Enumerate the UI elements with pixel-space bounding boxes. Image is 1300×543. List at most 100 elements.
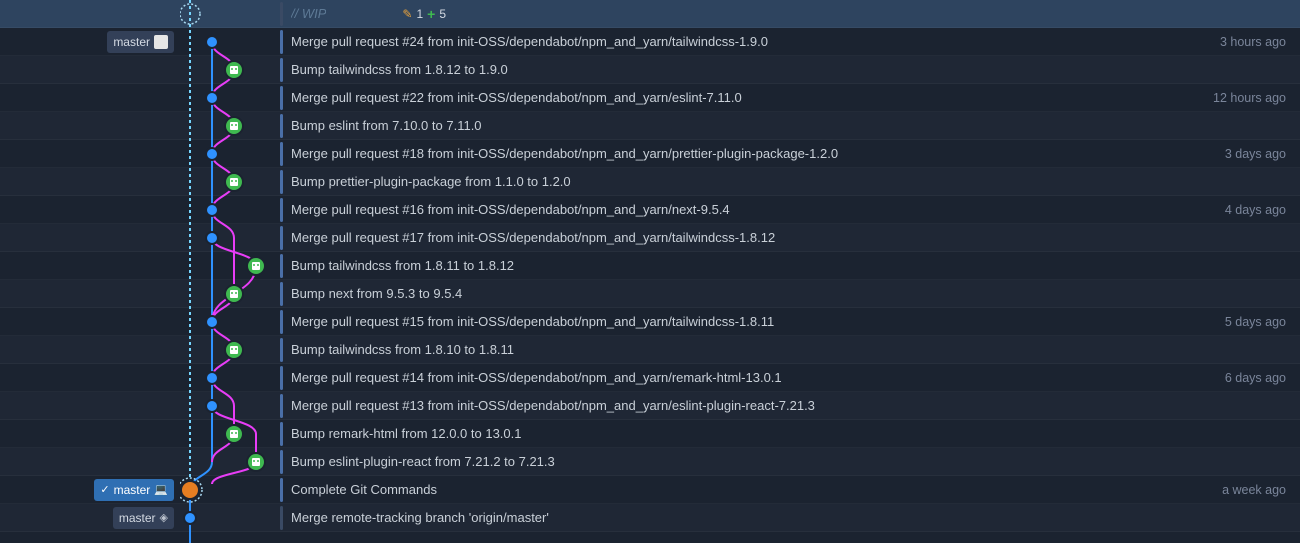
commit-row[interactable]: Bump tailwindcss from 1.8.11 to 1.8.12 — [0, 252, 1300, 280]
msg-col: Bump tailwindcss from 1.8.11 to 1.8.12 — [280, 254, 1170, 278]
commit-row[interactable]: ✓ master 💻 Complete Git Commands a week … — [0, 476, 1300, 504]
commit-bar — [280, 506, 283, 530]
graph-col — [180, 112, 280, 140]
msg-col: Complete Git Commands — [280, 478, 1170, 502]
graph-col — [180, 420, 280, 448]
msg-col: Merge pull request #17 from init-OSS/dep… — [280, 226, 1170, 250]
commit-message: Merge pull request #18 from init-OSS/dep… — [291, 146, 838, 161]
wip-stats: ✎ 1 + 5 — [402, 6, 446, 22]
commit-message: Merge pull request #15 from init-OSS/dep… — [291, 314, 774, 329]
check-icon: ✓ — [100, 483, 109, 496]
commit-bar — [280, 226, 283, 250]
commit-time: 12 hours ago — [1170, 91, 1300, 105]
commit-message: Merge pull request #13 from init-OSS/dep… — [291, 398, 815, 413]
commit-time: 3 hours ago — [1170, 35, 1300, 49]
branch-tag-remote-master[interactable]: master — [107, 31, 174, 53]
commit-message: Complete Git Commands — [291, 482, 437, 497]
commit-row[interactable]: Merge pull request #15 from init-OSS/dep… — [0, 308, 1300, 336]
msg-col: Merge pull request #16 from init-OSS/dep… — [280, 198, 1170, 222]
wip-graph-col — [180, 0, 280, 28]
graph-col — [180, 252, 280, 280]
label-col: master — [0, 31, 180, 53]
commit-bar — [280, 198, 283, 222]
commit-row[interactable]: Merge pull request #18 from init-OSS/dep… — [0, 140, 1300, 168]
graph-col — [180, 504, 280, 532]
msg-col: Bump tailwindcss from 1.8.10 to 1.8.11 — [280, 338, 1170, 362]
commit-row[interactable]: Bump eslint-plugin-react from 7.21.2 to … — [0, 448, 1300, 476]
commit-time: 3 days ago — [1170, 147, 1300, 161]
graph-col — [180, 84, 280, 112]
label-col: ✓ master 💻 — [0, 479, 180, 501]
msg-col: Merge pull request #15 from init-OSS/dep… — [280, 310, 1170, 334]
commit-message: Bump prettier-plugin-package from 1.1.0 … — [291, 174, 571, 189]
commit-message: Bump remark-html from 12.0.0 to 13.0.1 — [291, 426, 521, 441]
msg-col: Bump remark-html from 12.0.0 to 13.0.1 — [280, 422, 1170, 446]
graph-col — [180, 280, 280, 308]
commit-row[interactable]: Bump tailwindcss from 1.8.10 to 1.8.11 — [0, 336, 1300, 364]
github-icon — [154, 35, 168, 49]
commit-bar — [280, 114, 283, 138]
commit-message: Merge pull request #16 from init-OSS/dep… — [291, 202, 730, 217]
graph-col — [180, 476, 280, 504]
wip-msg-col: // WIP ✎ 1 + 5 — [280, 2, 1170, 26]
commit-message: Merge pull request #17 from init-OSS/dep… — [291, 230, 775, 245]
graph-col — [180, 224, 280, 252]
label-col: master ◈ — [0, 507, 180, 529]
commit-row[interactable]: Merge pull request #17 from init-OSS/dep… — [0, 224, 1300, 252]
graph-col — [180, 448, 280, 476]
commit-row[interactable]: Bump prettier-plugin-package from 1.1.0 … — [0, 168, 1300, 196]
msg-col: Merge pull request #24 from init-OSS/dep… — [280, 30, 1170, 54]
msg-col: Bump eslint from 7.10.0 to 7.11.0 — [280, 114, 1170, 138]
commit-message: Merge pull request #24 from init-OSS/dep… — [291, 34, 768, 49]
branch-name: master — [113, 35, 150, 49]
msg-col: Bump next from 9.5.3 to 9.5.4 — [280, 282, 1170, 306]
commit-bar — [280, 170, 283, 194]
commit-bar — [280, 394, 283, 418]
graph-col — [180, 56, 280, 84]
commit-row[interactable]: Merge pull request #16 from init-OSS/dep… — [0, 196, 1300, 224]
msg-col: Merge pull request #22 from init-OSS/dep… — [280, 86, 1170, 110]
commit-time: 6 days ago — [1170, 371, 1300, 385]
commit-bar — [280, 422, 283, 446]
commit-bar — [280, 58, 283, 82]
commit-row[interactable]: Bump tailwindcss from 1.8.12 to 1.9.0 — [0, 56, 1300, 84]
commit-row[interactable]: Bump next from 9.5.3 to 9.5.4 — [0, 280, 1300, 308]
commit-bar — [280, 30, 283, 54]
msg-col: Bump prettier-plugin-package from 1.1.0 … — [280, 170, 1170, 194]
commit-row[interactable]: Merge pull request #13 from init-OSS/dep… — [0, 392, 1300, 420]
commit-row[interactable]: Merge pull request #22 from init-OSS/dep… — [0, 84, 1300, 112]
commit-bar — [280, 310, 283, 334]
commit-row[interactable]: Bump remark-html from 12.0.0 to 13.0.1 — [0, 420, 1300, 448]
msg-col: Bump tailwindcss from 1.8.12 to 1.9.0 — [280, 58, 1170, 82]
graph-col — [180, 28, 280, 56]
commit-message: Merge pull request #14 from init-OSS/dep… — [291, 370, 782, 385]
commit-bar — [280, 450, 283, 474]
branch-tag-local-master[interactable]: ✓ master 💻 — [94, 479, 174, 501]
wip-row[interactable]: // WIP ✎ 1 + 5 — [0, 0, 1300, 28]
wip-bar — [280, 2, 283, 26]
commit-row[interactable]: Merge pull request #14 from init-OSS/dep… — [0, 364, 1300, 392]
commit-message: Bump next from 9.5.3 to 9.5.4 — [291, 286, 462, 301]
commit-row[interactable]: master Merge pull request #24 from init-… — [0, 28, 1300, 56]
commit-time: 4 days ago — [1170, 203, 1300, 217]
branch-tag-origin-master[interactable]: master ◈ — [113, 507, 174, 529]
msg-col: Merge pull request #14 from init-OSS/dep… — [280, 366, 1170, 390]
wip-changes-count: 1 — [416, 7, 423, 21]
graph-col — [180, 392, 280, 420]
branch-name: master — [114, 483, 151, 497]
commit-row[interactable]: Bump eslint from 7.10.0 to 7.11.0 — [0, 112, 1300, 140]
plus-icon: + — [427, 6, 435, 22]
commit-message: Bump tailwindcss from 1.8.11 to 1.8.12 — [291, 258, 514, 273]
commit-row[interactable]: master ◈ Merge remote-tracking branch 'o… — [0, 504, 1300, 532]
commit-message: Merge pull request #22 from init-OSS/dep… — [291, 90, 742, 105]
branch-name: master — [119, 511, 156, 525]
commit-bar — [280, 478, 283, 502]
commit-bar — [280, 86, 283, 110]
msg-col: Merge pull request #18 from init-OSS/dep… — [280, 142, 1170, 166]
wip-additions-count: 5 — [439, 7, 446, 21]
wip-text: // WIP — [291, 6, 326, 21]
msg-col: Bump eslint-plugin-react from 7.21.2 to … — [280, 450, 1170, 474]
commit-bar — [280, 282, 283, 306]
commit-message: Bump tailwindcss from 1.8.12 to 1.9.0 — [291, 62, 508, 77]
graph-col — [180, 336, 280, 364]
